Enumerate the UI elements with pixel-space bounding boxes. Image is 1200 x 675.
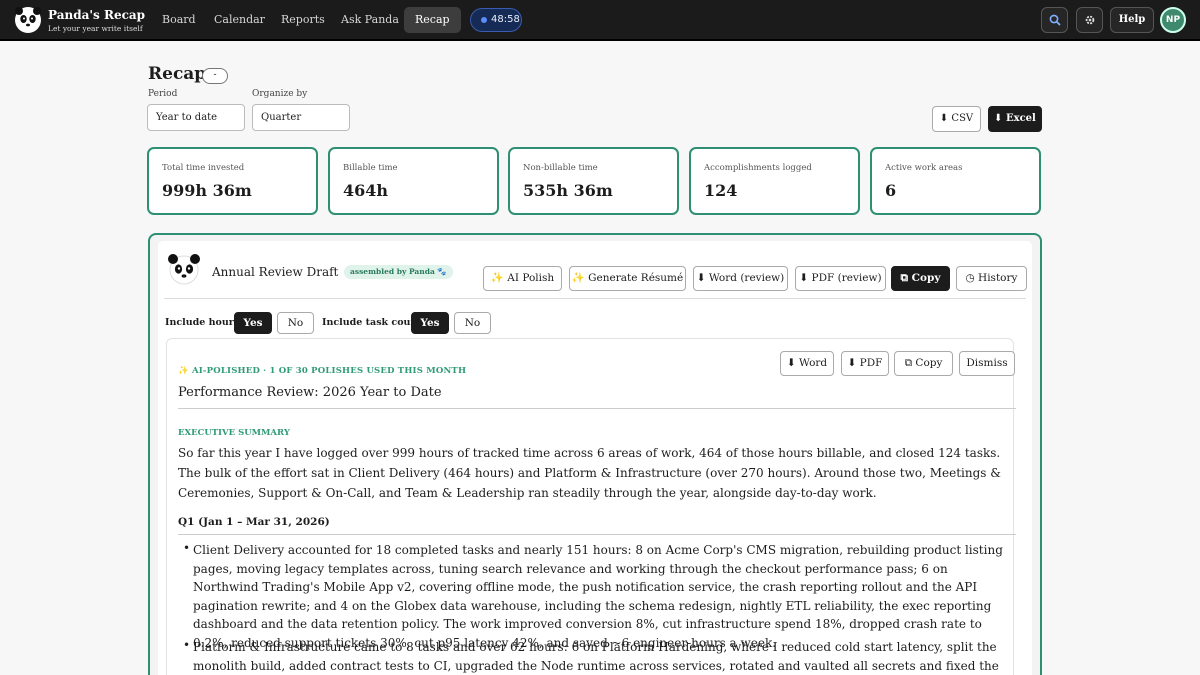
- export-csv-button[interactable]: ⬇ CSV: [932, 106, 981, 132]
- assembled-badge: assembled by Panda 🐾: [344, 265, 453, 279]
- draft-title: Annual Review Draft: [212, 265, 339, 279]
- stat-label: Total time invested: [162, 163, 245, 173]
- executive-summary: So far this year I have logged over 999 …: [178, 446, 1001, 500]
- stat-label: Non-billable time: [523, 163, 598, 173]
- help-button[interactable]: Help: [1110, 7, 1154, 33]
- include-task-count-label: Include task count: [322, 317, 422, 328]
- doc-dismiss-button[interactable]: Dismiss: [959, 351, 1015, 376]
- title-chip[interactable]: -: [202, 68, 228, 84]
- divider: [164, 298, 1026, 299]
- doc-title: Performance Review: 2026 Year to Date: [178, 385, 442, 400]
- stat-billable-time: Billable time 464h: [328, 147, 499, 215]
- export-excel-button[interactable]: ⬇ Excel: [988, 106, 1042, 132]
- stat-value: 464h: [343, 181, 389, 200]
- gear-icon: [1085, 15, 1094, 25]
- stat-value: 124: [704, 181, 738, 200]
- organize-label: Organize by: [252, 89, 308, 99]
- period-select[interactable]: Year to date: [147, 104, 245, 131]
- quarter-heading: Q1 (Jan 1 – Mar 31, 2026): [178, 516, 330, 528]
- stat-value: 535h 36m: [523, 181, 613, 200]
- search-button[interactable]: [1041, 7, 1068, 33]
- annual-review-card: Annual Review Draft assembled by Panda 🐾…: [158, 241, 1032, 675]
- bullet-icon: •: [183, 638, 191, 652]
- annual-review-panel: Annual Review Draft assembled by Panda 🐾…: [148, 233, 1042, 675]
- top-bar: Panda's Recap Let your year write itself…: [0, 0, 1200, 41]
- word-review-button[interactable]: ⬇ Word (review): [693, 266, 788, 291]
- app-name: Panda's Recap: [48, 8, 146, 22]
- organize-select[interactable]: Quarter: [252, 104, 350, 131]
- stat-label: Billable time: [343, 163, 398, 173]
- app-tagline: Let your year write itself: [48, 24, 143, 33]
- nav-calendar[interactable]: Calendar: [203, 7, 276, 33]
- copy-button[interactable]: ⧉ Copy: [891, 266, 950, 291]
- stat-total-time: Total time invested 999h 36m: [147, 147, 318, 215]
- stat-value: 999h 36m: [162, 181, 252, 200]
- stat-non-billable-time: Non-billable time 535h 36m: [508, 147, 679, 215]
- doc-copy-button[interactable]: ⧉ Copy: [894, 351, 953, 376]
- generate-resume-button[interactable]: ✨ Generate Résumé: [569, 266, 686, 291]
- pdf-review-button[interactable]: ⬇ PDF (review): [795, 266, 886, 291]
- bullet-icon: •: [183, 541, 191, 555]
- avatar[interactable]: NP: [1160, 7, 1186, 33]
- include-hours-label: Include hours: [165, 317, 240, 328]
- list-item: Platform & Infrastructure came to 8 task…: [193, 640, 999, 673]
- settings-button[interactable]: [1076, 7, 1103, 33]
- timer-running-icon: [481, 17, 487, 23]
- ai-polish-button[interactable]: ✨ AI Polish: [483, 266, 562, 291]
- brand[interactable]: Panda's Recap Let your year write itself: [14, 6, 164, 36]
- stat-work-areas: Active work areas 6: [870, 147, 1041, 215]
- include-task-count-yes[interactable]: Yes: [411, 312, 449, 334]
- doc-pdf-button[interactable]: ⬇ PDF: [841, 351, 889, 376]
- timer-value: 48:58: [491, 14, 520, 25]
- nav-board[interactable]: Board: [151, 7, 207, 33]
- divider: [178, 408, 1016, 409]
- include-task-count-no[interactable]: No: [454, 312, 491, 334]
- polished-document: ✨ AI-POLISHED · 1 OF 30 POLISHES USED TH…: [166, 338, 1016, 675]
- timer-pill[interactable]: 48:58: [470, 8, 522, 32]
- nav-recap[interactable]: Recap: [404, 7, 461, 33]
- list-item: Client Delivery accounted for 18 complet…: [193, 543, 1003, 650]
- period-label: Period: [148, 89, 178, 99]
- search-icon: [1049, 14, 1061, 26]
- stat-label: Active work areas: [885, 163, 963, 173]
- doc-word-button[interactable]: ⬇ Word: [780, 351, 834, 376]
- panda-avatar-icon: [168, 254, 200, 285]
- polish-note: ✨ AI-POLISHED · 1 OF 30 POLISHES USED TH…: [178, 366, 467, 376]
- nav-reports[interactable]: Reports: [270, 7, 336, 33]
- include-hours-yes[interactable]: Yes: [234, 312, 272, 334]
- executive-summary-label: EXECUTIVE SUMMARY: [178, 428, 290, 438]
- panda-logo-icon: [15, 7, 41, 33]
- page-title: Recap: [148, 64, 207, 84]
- stat-value: 6: [885, 181, 897, 200]
- include-hours-no[interactable]: No: [277, 312, 314, 334]
- stat-accomplishments: Accomplishments logged 124: [689, 147, 860, 215]
- divider: [178, 534, 1016, 535]
- stat-label: Accomplishments logged: [704, 163, 812, 173]
- history-button[interactable]: ◷ History: [956, 266, 1027, 291]
- nav-ask-panda[interactable]: Ask Panda: [330, 7, 410, 33]
